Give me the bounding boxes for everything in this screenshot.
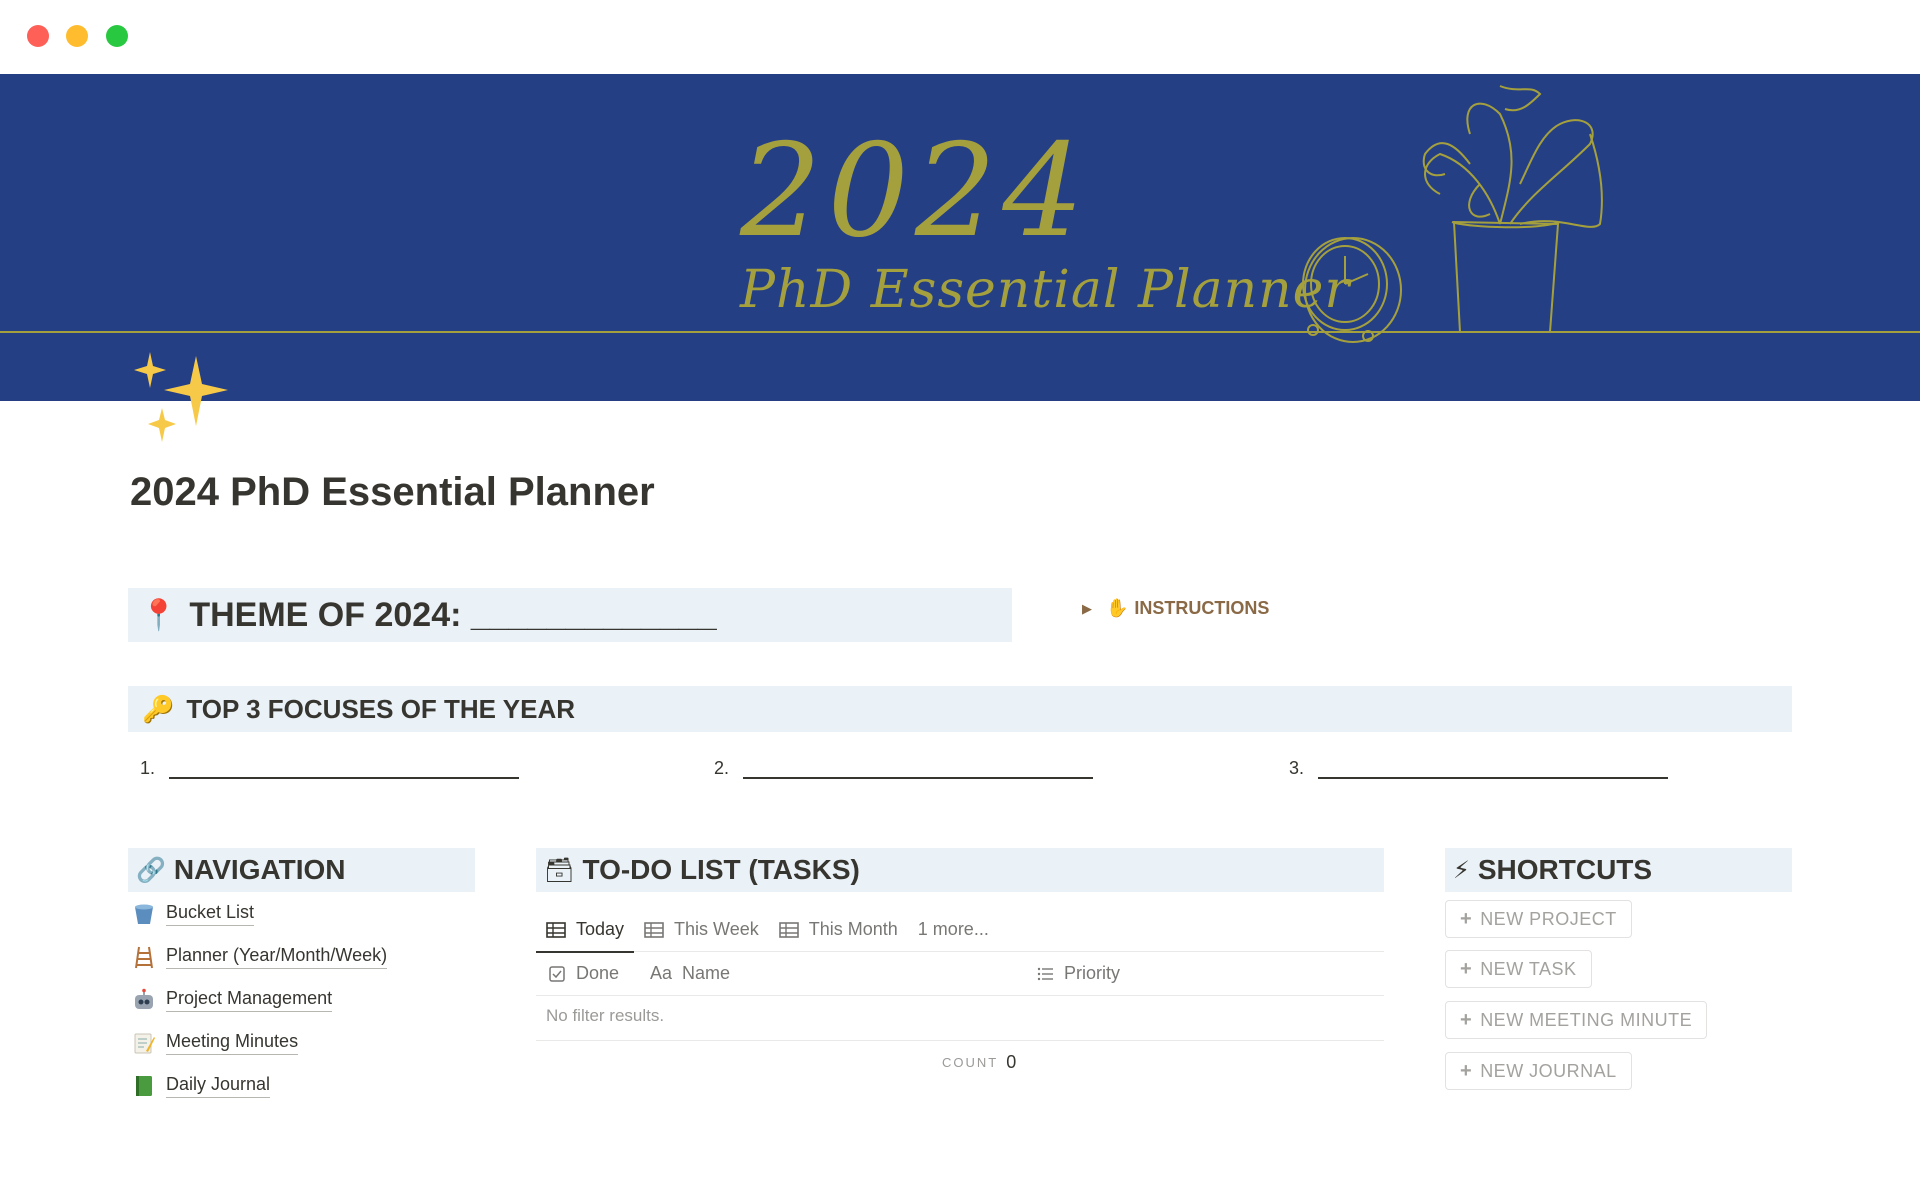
- plus-icon: +: [1460, 957, 1473, 980]
- bucket-icon: [135, 904, 153, 924]
- button-label: NEW PROJECT: [1480, 908, 1617, 929]
- nav-item-project-management[interactable]: Project Management: [132, 988, 333, 1012]
- instructions-toggle[interactable]: ▶ ✋ INSTRUCTIONS: [1082, 598, 1269, 619]
- button-label: NEW MEETING MINUTE: [1480, 1009, 1693, 1030]
- page-title: 2024 PhD Essential Planner: [130, 470, 655, 514]
- todo-table-header: Done Aa Name Priority: [536, 952, 1384, 996]
- cover-image[interactable]: 2024 PhD Essential Planner: [0, 74, 1920, 401]
- nav-item-label[interactable]: Project Management: [166, 988, 333, 1012]
- column-header-label: Done: [576, 963, 620, 983]
- column-header-label: Name: [682, 963, 731, 983]
- empty-state-text: No filter results.: [546, 1006, 665, 1025]
- link-icon: 🔗: [136, 856, 166, 884]
- focuses-callout: 🔑 TOP 3 FOCUSES OF THE YEAR: [128, 686, 1792, 732]
- table-icon: [546, 921, 566, 938]
- memo-icon: [134, 1033, 155, 1054]
- focus-blank-line[interactable]: [1318, 761, 1669, 779]
- count-value: 0: [1006, 1052, 1017, 1072]
- focuses-title: TOP 3 FOCUSES OF THE YEAR: [186, 693, 576, 724]
- nav-item-daily-journal[interactable]: Daily Journal: [132, 1074, 271, 1098]
- column-header-done[interactable]: Done: [548, 963, 619, 984]
- toggle-triangle-icon[interactable]: ▶: [1082, 601, 1092, 617]
- tab-label: Today: [576, 919, 625, 939]
- nav-item-label[interactable]: Meeting Minutes: [166, 1031, 299, 1055]
- count-summary[interactable]: COUNT 0: [942, 1052, 1016, 1073]
- key-icon: 🔑: [142, 693, 175, 724]
- navigation-title: NAVIGATION: [173, 854, 346, 885]
- nav-item-bucket-list[interactable]: Bucket List: [132, 902, 255, 926]
- focus-blank-line[interactable]: [743, 761, 1094, 779]
- button-label: NEW JOURNAL: [1480, 1060, 1617, 1081]
- focus-blank-line[interactable]: [169, 761, 520, 779]
- window-titlebar: [0, 0, 1920, 74]
- minimize-window-button[interactable]: [66, 25, 88, 47]
- table-icon: [778, 921, 799, 938]
- nav-item-planner[interactable]: Planner (Year/Month/Week): [132, 945, 388, 969]
- theme-callout: 📍 THEME OF 2024: _____________: [128, 588, 1012, 642]
- shortcuts-header: ⚡ SHORTCUTS: [1445, 848, 1792, 892]
- plant-illustration: [1422, 85, 1603, 333]
- table-icon: [644, 921, 664, 938]
- nav-item-meeting-minutes[interactable]: Meeting Minutes: [132, 1031, 299, 1055]
- todo-header: 🗃 TO-DO LIST (TASKS): [536, 848, 1384, 892]
- column-header-priority[interactable]: Priority: [1036, 963, 1120, 984]
- new-journal-button[interactable]: + NEW JOURNAL: [1445, 1052, 1632, 1090]
- shortcuts-title: SHORTCUTS: [1477, 854, 1653, 885]
- raised-hand-icon: ✋: [1106, 598, 1129, 618]
- tab-label: This Week: [674, 919, 759, 939]
- focus-number: 3.: [1289, 758, 1305, 778]
- focus-item[interactable]: 2.: [714, 758, 1094, 779]
- plus-icon: +: [1460, 1059, 1473, 1082]
- checkbox-icon: [549, 965, 565, 982]
- focus-number: 1.: [140, 758, 156, 778]
- new-project-button[interactable]: + NEW PROJECT: [1445, 900, 1632, 938]
- column-header-name[interactable]: Aa Name: [650, 963, 730, 984]
- instructions-label: INSTRUCTIONS: [1134, 598, 1270, 618]
- theme-text[interactable]: THEME OF 2024: _____________: [189, 596, 716, 635]
- plus-icon: +: [1460, 1008, 1473, 1031]
- nav-item-label[interactable]: Planner (Year/Month/Week): [166, 945, 388, 969]
- tab-this-month[interactable]: This Month: [769, 908, 908, 952]
- todo-title: TO-DO LIST (TASKS): [582, 854, 860, 885]
- nav-item-label[interactable]: Bucket List: [166, 902, 255, 926]
- sparkles-icon[interactable]: [128, 346, 238, 456]
- ladder-icon: [135, 946, 153, 969]
- column-header-label: Priority: [1064, 963, 1121, 983]
- count-label: COUNT: [942, 1055, 999, 1070]
- close-window-button[interactable]: [27, 25, 49, 47]
- table-divider: [536, 1040, 1384, 1041]
- navigation-header: 🔗 NAVIGATION: [128, 848, 475, 892]
- tab-label: 1 more...: [917, 919, 989, 939]
- text-icon: Aa: [650, 963, 673, 983]
- green-book-icon: [136, 1076, 152, 1096]
- tab-label: This Month: [808, 919, 898, 939]
- focus-item[interactable]: 1.: [140, 758, 520, 779]
- round-pushpin-icon: 📍: [140, 598, 178, 632]
- button-label: NEW TASK: [1480, 958, 1577, 979]
- cover-title-year: 2024: [740, 117, 1090, 266]
- list-icon: [1037, 967, 1053, 980]
- tab-today[interactable]: Today: [536, 908, 635, 953]
- card-file-box-icon: 🗃: [544, 856, 575, 884]
- new-task-button[interactable]: + NEW TASK: [1445, 950, 1592, 988]
- robot-icon: [135, 988, 153, 1009]
- lightning-icon: ⚡: [1453, 856, 1470, 884]
- plus-icon: +: [1460, 907, 1473, 930]
- nav-item-label[interactable]: Daily Journal: [166, 1074, 271, 1098]
- tab-this-week[interactable]: This Week: [634, 908, 769, 952]
- todo-view-tabs: Today This Week This Month 1 more...: [536, 908, 1384, 953]
- new-meeting-minute-button[interactable]: + NEW MEETING MINUTE: [1445, 1001, 1708, 1039]
- focus-number: 2.: [714, 758, 730, 778]
- focus-item[interactable]: 3.: [1289, 758, 1669, 779]
- tab-more-views[interactable]: 1 more...: [908, 908, 999, 952]
- maximize-window-button[interactable]: [106, 25, 128, 47]
- cover-title-subtitle: PhD Essential Planner: [740, 260, 1351, 320]
